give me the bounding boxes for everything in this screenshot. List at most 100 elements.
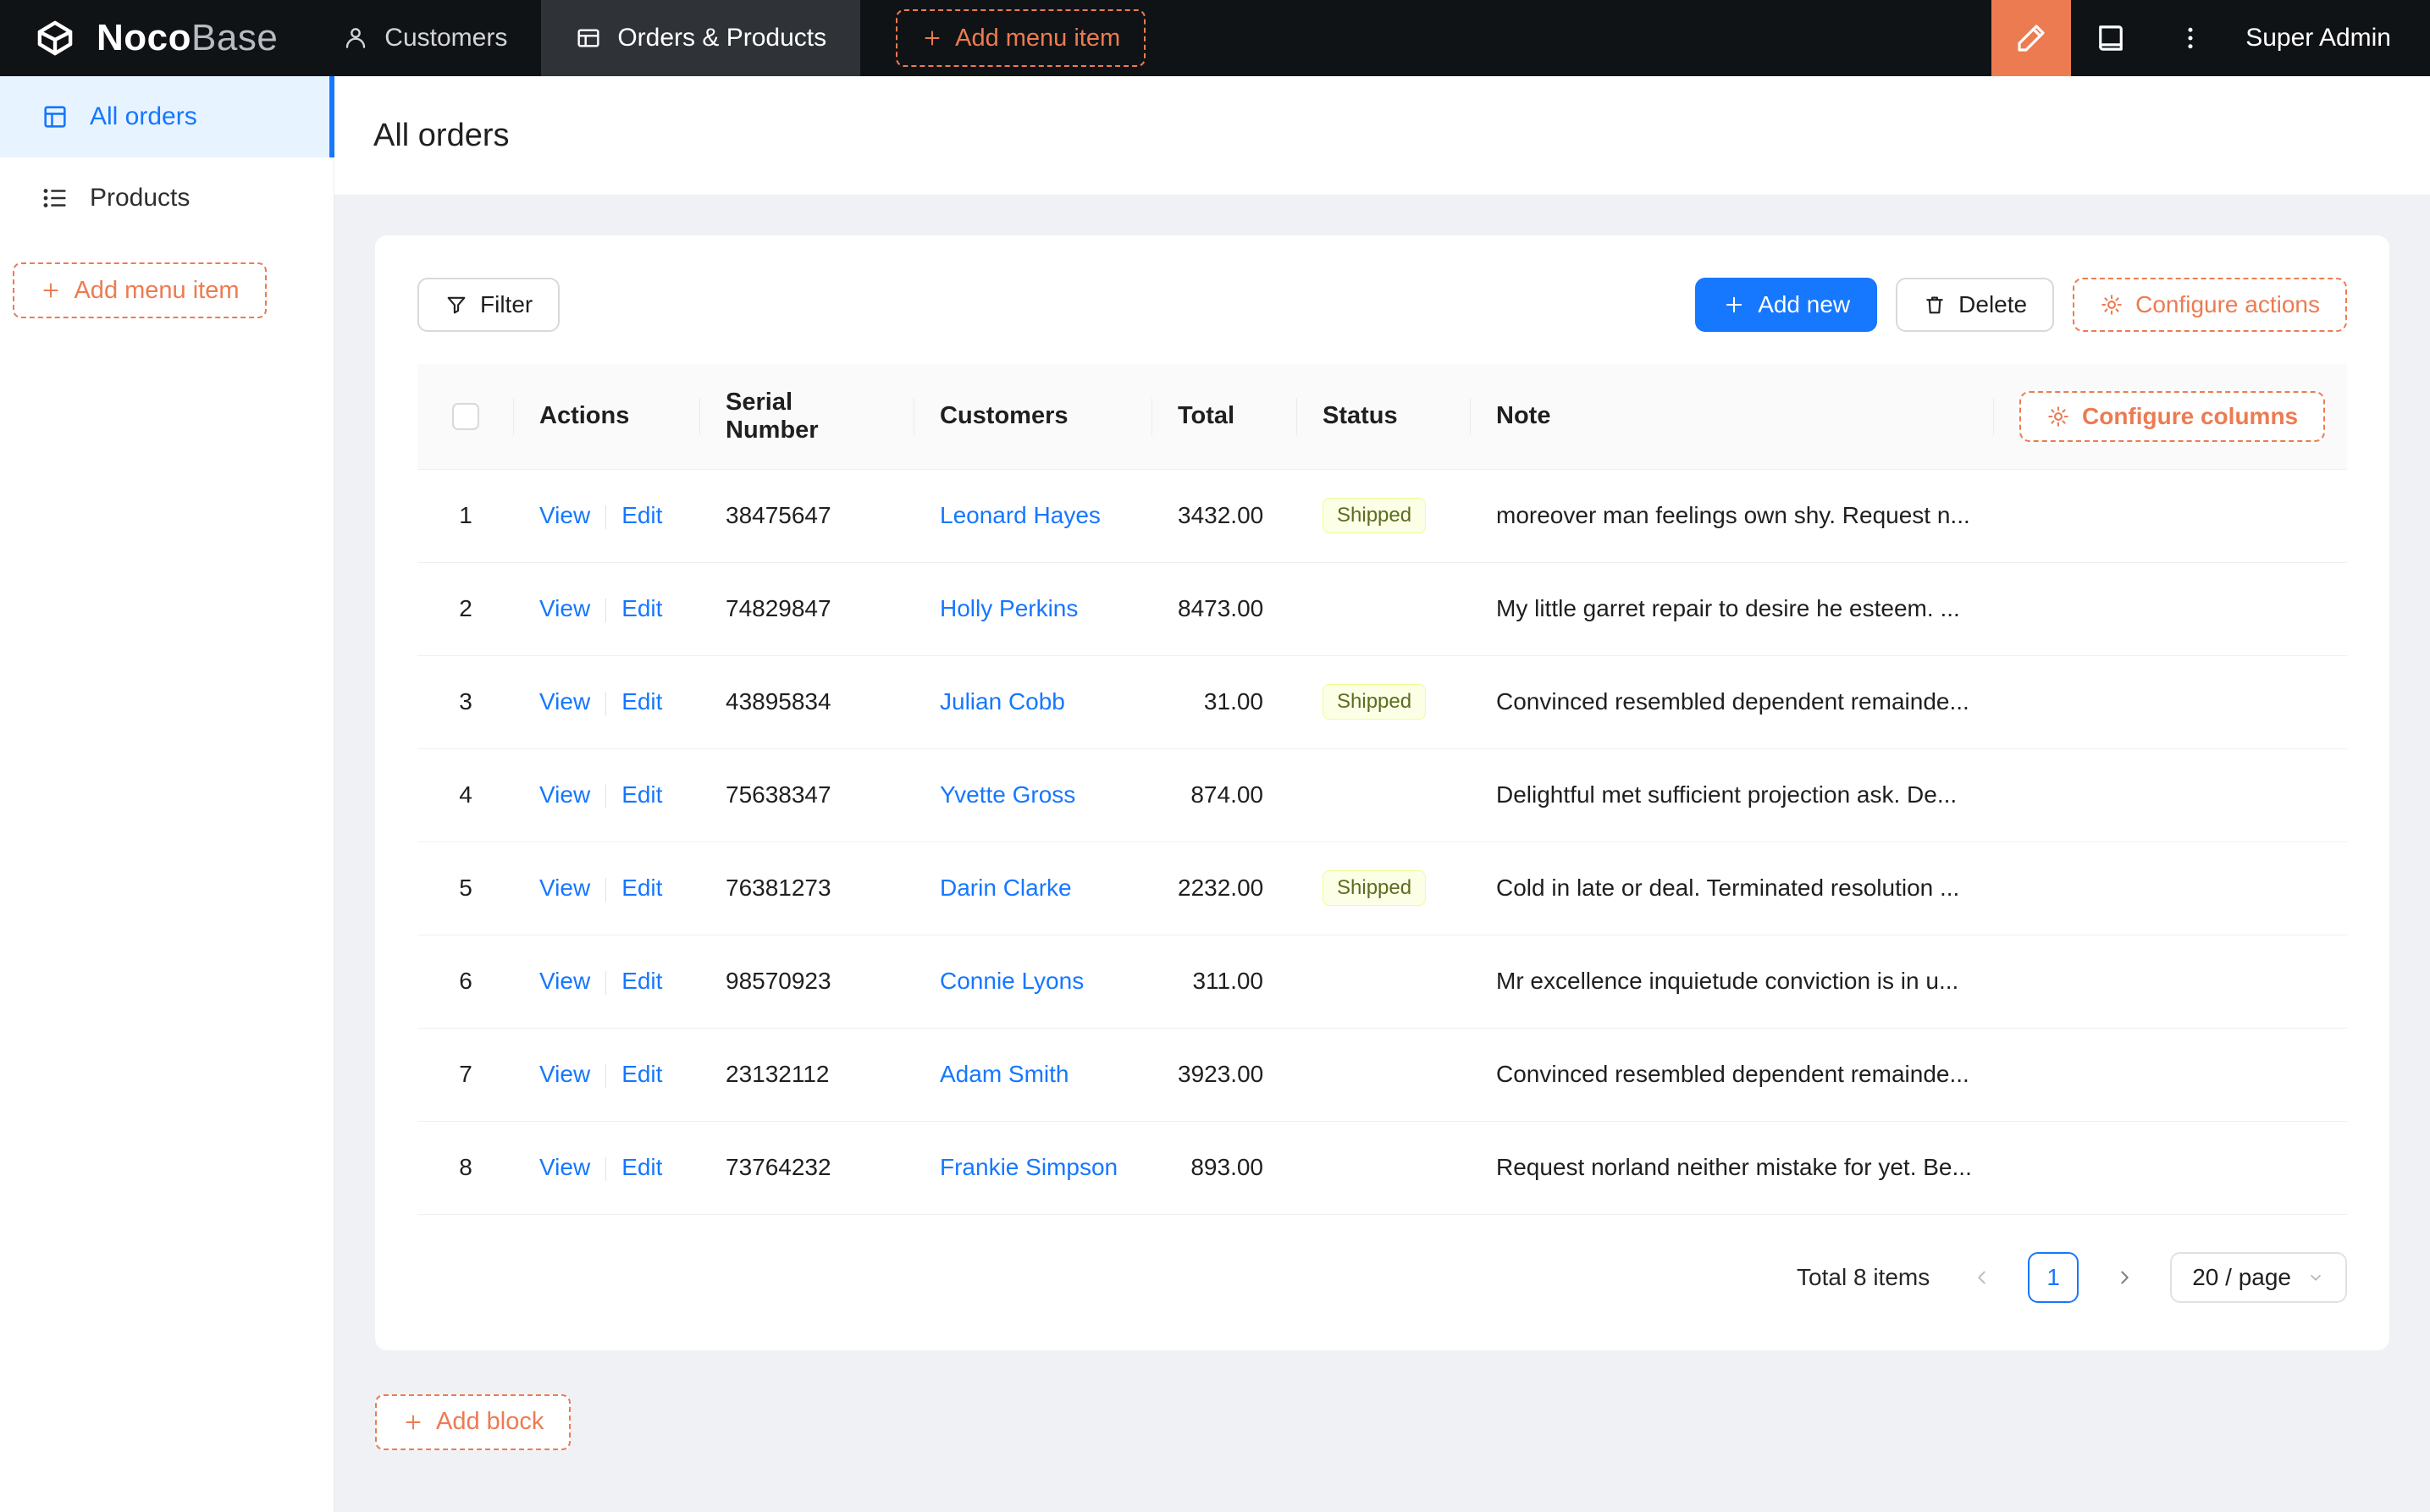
pagination-next-button[interactable] bbox=[2099, 1252, 2150, 1303]
sidebar-add-menu-item-button[interactable]: Add menu item bbox=[13, 262, 267, 318]
edit-link[interactable]: Edit bbox=[621, 688, 662, 715]
sidebar-item-all-orders[interactable]: All orders bbox=[0, 76, 334, 157]
add-block-button[interactable]: Add block bbox=[375, 1393, 572, 1450]
note-cell: Mr excellence inquietude conviction is i… bbox=[1471, 935, 1994, 1029]
configure-columns-cell: Configure columns bbox=[1994, 364, 2347, 470]
view-link[interactable]: View bbox=[539, 595, 590, 621]
configure-columns-label: Configure columns bbox=[2082, 402, 2299, 429]
docs-button[interactable] bbox=[2071, 0, 2151, 76]
customer-cell: Julian Cobb bbox=[914, 655, 1152, 749]
customer-cell: Adam Smith bbox=[914, 1028, 1152, 1122]
ui-editor-button[interactable] bbox=[1991, 0, 2072, 76]
customer-link[interactable]: Julian Cobb bbox=[940, 688, 1065, 715]
row-actions: View Edit bbox=[514, 562, 700, 656]
customer-link[interactable]: Adam Smith bbox=[940, 1061, 1069, 1087]
view-link[interactable]: View bbox=[539, 502, 590, 528]
pen-icon bbox=[2018, 25, 2045, 52]
row-actions: View Edit bbox=[514, 748, 700, 842]
serial-number-cell: 43895834 bbox=[700, 655, 914, 749]
chevron-down-icon bbox=[2311, 1274, 2321, 1281]
pagination-page-button[interactable]: 1 bbox=[2028, 1251, 2079, 1303]
customer-link[interactable]: Holly Perkins bbox=[940, 595, 1078, 621]
edit-link[interactable]: Edit bbox=[621, 875, 662, 901]
filter-icon bbox=[447, 296, 466, 314]
row-index: 4 bbox=[417, 748, 514, 842]
customer-cell: Darin Clarke bbox=[914, 842, 1152, 935]
serial-number-cell: 23132112 bbox=[700, 1028, 914, 1122]
row-index: 6 bbox=[417, 935, 514, 1029]
nav-item-customers[interactable]: Customers bbox=[308, 0, 541, 76]
add-new-button[interactable]: Add new bbox=[1695, 278, 1878, 332]
toolbar-right: Add new Delete Configure actions bbox=[1695, 278, 2347, 332]
table-toolbar: Filter Add new Delete Configure actions bbox=[417, 278, 2347, 332]
configure-actions-button[interactable]: Configure actions bbox=[2073, 278, 2347, 332]
user-menu[interactable]: Super Admin bbox=[2230, 0, 2430, 76]
customer-link[interactable]: Connie Lyons bbox=[940, 968, 1084, 994]
note-cell: Convinced resembled dependent remainde..… bbox=[1471, 1028, 1994, 1122]
spacer-cell bbox=[1994, 935, 2347, 1029]
delete-button[interactable]: Delete bbox=[1896, 278, 2055, 332]
view-link[interactable]: View bbox=[539, 1154, 590, 1180]
customer-link[interactable]: Darin Clarke bbox=[940, 875, 1072, 901]
row-index: 3 bbox=[417, 655, 514, 749]
sidebar-item-products[interactable]: Products bbox=[0, 157, 334, 239]
nav-item-orders-products[interactable]: Orders & Products bbox=[541, 0, 861, 76]
nav-item-label: Customers bbox=[384, 24, 508, 52]
total-cell: 8473.00 bbox=[1152, 562, 1297, 656]
view-link[interactable]: View bbox=[539, 968, 590, 994]
row-index: 1 bbox=[417, 469, 514, 563]
view-link[interactable]: View bbox=[539, 1061, 590, 1087]
row-actions: View Edit bbox=[514, 935, 700, 1029]
customer-cell: Leonard Hayes bbox=[914, 469, 1152, 563]
list-icon bbox=[43, 189, 66, 207]
column-header-total: Total bbox=[1152, 364, 1297, 470]
row-actions: View Edit bbox=[514, 655, 700, 749]
nocobase-logo-icon bbox=[37, 20, 73, 56]
edit-link[interactable]: Edit bbox=[621, 595, 662, 621]
edit-link[interactable]: Edit bbox=[621, 781, 662, 808]
total-cell: 311.00 bbox=[1152, 935, 1297, 1029]
row-actions: View Edit bbox=[514, 1121, 700, 1215]
edit-link[interactable]: Edit bbox=[621, 968, 662, 994]
view-link[interactable]: View bbox=[539, 781, 590, 808]
select-all-checkbox[interactable] bbox=[452, 403, 479, 431]
pagination-prev-button[interactable] bbox=[1957, 1252, 2008, 1303]
table-row: 7 View Edit 23132112 Adam Smith 3923.00 C… bbox=[417, 1028, 2347, 1122]
main: All orders Filter Add new Delete Configu… bbox=[334, 76, 2430, 1512]
orders-table-card: Filter Add new Delete Configure actions … bbox=[375, 235, 2389, 1350]
table-icon bbox=[577, 29, 599, 47]
serial-number-cell: 76381273 bbox=[700, 842, 914, 935]
edit-link[interactable]: Edit bbox=[621, 502, 662, 528]
status-cell: Shipped bbox=[1297, 655, 1471, 749]
status-cell bbox=[1297, 748, 1471, 842]
total-cell: 31.00 bbox=[1152, 655, 1297, 749]
app-logo[interactable]: NocoBase bbox=[0, 0, 308, 76]
view-link[interactable]: View bbox=[539, 688, 590, 715]
book-icon bbox=[2099, 25, 2123, 51]
chevron-left-icon bbox=[1978, 1271, 1985, 1283]
content: Filter Add new Delete Configure actions … bbox=[334, 195, 2430, 1512]
configure-columns-button[interactable]: Configure columns bbox=[2019, 390, 2326, 442]
filter-button[interactable]: Filter bbox=[417, 278, 561, 332]
status-cell: Shipped bbox=[1297, 469, 1471, 563]
more-menu-button[interactable] bbox=[2151, 0, 2230, 76]
app-title: NocoBase bbox=[97, 17, 278, 59]
serial-number-cell: 75638347 bbox=[700, 748, 914, 842]
spacer-cell bbox=[1994, 1121, 2347, 1215]
customer-cell: Frankie Simpson bbox=[914, 1121, 1152, 1215]
status-cell bbox=[1297, 1028, 1471, 1122]
customer-link[interactable]: Leonard Hayes bbox=[940, 502, 1101, 528]
add-menu-item-button[interactable]: Add menu item bbox=[896, 9, 1146, 67]
table-row: 3 View Edit 43895834 Julian Cobb 31.00 Sh… bbox=[417, 655, 2347, 749]
table-row: 1 View Edit 38475647 Leonard Hayes 3432.0… bbox=[417, 469, 2347, 563]
divider bbox=[605, 598, 607, 622]
customer-link[interactable]: Frankie Simpson bbox=[940, 1154, 1118, 1180]
table-row: 5 View Edit 76381273 Darin Clarke 2232.00… bbox=[417, 842, 2347, 935]
status-cell bbox=[1297, 935, 1471, 1029]
table-row: 8 View Edit 73764232 Frankie Simpson 893.… bbox=[417, 1121, 2347, 1215]
edit-link[interactable]: Edit bbox=[621, 1154, 662, 1180]
edit-link[interactable]: Edit bbox=[621, 1061, 662, 1087]
page-size-select[interactable]: 20 / page bbox=[2170, 1251, 2347, 1303]
view-link[interactable]: View bbox=[539, 875, 590, 901]
customer-link[interactable]: Yvette Gross bbox=[940, 781, 1075, 808]
